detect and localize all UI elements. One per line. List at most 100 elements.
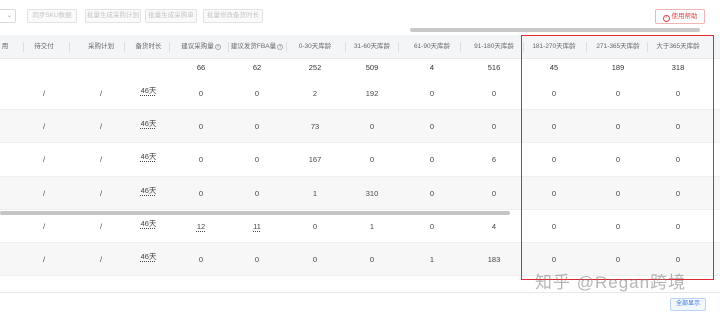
col-header: 建议发货FBA量? bbox=[229, 35, 285, 59]
col-divider bbox=[169, 42, 170, 52]
top-scrollbar[interactable] bbox=[0, 28, 720, 32]
table-cell: 0 bbox=[675, 155, 681, 164]
table-cell: 0 bbox=[254, 189, 260, 198]
info-icon[interactable]: ? bbox=[214, 44, 221, 50]
total-cell: 4 bbox=[429, 63, 435, 72]
table-cell: 183 bbox=[487, 255, 501, 264]
table-cell: / bbox=[99, 155, 103, 164]
col-header: 采购计划 bbox=[88, 43, 114, 50]
table-cell: 11 bbox=[253, 222, 261, 231]
col-header: 大于365天库龄 bbox=[656, 43, 700, 50]
help-button[interactable]: ? 使用帮助 bbox=[655, 9, 705, 24]
table-cell: 0 bbox=[429, 122, 435, 131]
table-row: / / 46天 0 0 167 0 0 6 0 0 0 bbox=[0, 143, 720, 177]
table-cell: 0 bbox=[491, 122, 497, 131]
table-cell: / bbox=[42, 122, 46, 131]
table-row: / / 46天 0 0 1 310 0 0 0 0 0 bbox=[0, 177, 720, 210]
table-row: / / 46天 0 0 73 0 0 0 0 0 0 bbox=[0, 110, 720, 143]
info-icon[interactable]: ? bbox=[277, 44, 284, 50]
table-cell: / bbox=[99, 255, 103, 264]
table-cell: 0 bbox=[369, 255, 375, 264]
batch-purchase-plan-button[interactable]: 批量生成采购计划 bbox=[85, 9, 141, 23]
table-cell[interactable]: 46天 bbox=[125, 185, 172, 196]
chevron-down-icon: ⌄ bbox=[6, 13, 12, 19]
help-label: 使用帮助 bbox=[671, 13, 698, 20]
col-header: 建议采购量? bbox=[172, 35, 230, 59]
col-header: 181-270天库龄 bbox=[532, 43, 576, 50]
batch-purchase-order-button[interactable]: 批量生成采购单 bbox=[145, 9, 197, 23]
table-cell: 0 bbox=[429, 189, 435, 198]
col-header: 用 bbox=[1, 43, 9, 50]
table-cell: 0 bbox=[429, 222, 435, 231]
table-cell: / bbox=[99, 89, 103, 98]
sync-sku-button[interactable]: 同步SKU数据 bbox=[27, 9, 77, 23]
bottom-scrollbar-thumb[interactable] bbox=[0, 211, 510, 215]
show-all-button[interactable]: 全部显示 bbox=[670, 298, 706, 311]
table-cell: 0 bbox=[198, 189, 204, 198]
table-cell: 0 bbox=[254, 122, 260, 131]
table-cell: 1 bbox=[312, 189, 318, 198]
table-cell: 192 bbox=[365, 89, 379, 98]
col-divider bbox=[398, 42, 399, 52]
table-cell: 0 bbox=[369, 155, 375, 164]
table-cell: 0 bbox=[312, 255, 318, 264]
col-header: 备货时长 bbox=[135, 43, 162, 50]
table-cell[interactable]: 46天 bbox=[125, 151, 172, 162]
col-header: 91-180天库龄 bbox=[474, 43, 514, 50]
table-header: 用 待交付 采购计划 备货时长 建议采购量? 建议发货FBA量? 0-30天库龄… bbox=[0, 35, 720, 59]
table-cell: / bbox=[99, 189, 103, 198]
footer-bar: 全部显示 bbox=[0, 292, 720, 313]
total-cell: 189 bbox=[611, 63, 625, 72]
col-header: 271-365天库龄 bbox=[596, 43, 640, 50]
table-cell: 0 bbox=[198, 122, 204, 131]
table-cell: 0 bbox=[675, 122, 681, 131]
top-scrollbar-thumb[interactable] bbox=[410, 28, 700, 32]
table-cell: 6 bbox=[491, 155, 497, 164]
table-cell: 4 bbox=[491, 222, 497, 231]
table-cell: 0 bbox=[551, 222, 557, 231]
bottom-scrollbar[interactable] bbox=[0, 211, 720, 215]
table-cell: 0 bbox=[615, 122, 621, 131]
table-cell: 0 bbox=[615, 89, 621, 98]
table-cell: 0 bbox=[254, 155, 260, 164]
table-cell: / bbox=[42, 189, 46, 198]
batch-edit-lead-time-button[interactable]: 批量修改备货时长 bbox=[203, 9, 263, 23]
watermark: 知乎 @Regan跨境 bbox=[535, 273, 687, 292]
total-cell: 318 bbox=[671, 63, 685, 72]
table-cell[interactable]: 46天 bbox=[125, 118, 172, 129]
table-cell: 0 bbox=[551, 89, 557, 98]
table-cell: / bbox=[42, 222, 46, 231]
table-cell: 0 bbox=[369, 122, 375, 131]
table-cell: / bbox=[42, 89, 46, 98]
table-cell: 0 bbox=[198, 89, 204, 98]
table-cell: 0 bbox=[675, 89, 681, 98]
col-header-label: 建议发货FBA量 bbox=[230, 43, 277, 50]
table-cell: 0 bbox=[675, 222, 681, 231]
col-divider bbox=[69, 42, 70, 52]
table-cell: 0 bbox=[615, 255, 621, 264]
toolbar-dropdown[interactable]: ⌄ bbox=[0, 9, 16, 23]
table-cell: 0 bbox=[551, 122, 557, 131]
table-cell: 2 bbox=[312, 89, 318, 98]
table-cell: 0 bbox=[491, 189, 497, 198]
table-cell: / bbox=[99, 222, 103, 231]
col-header: 0-30天库龄 bbox=[298, 43, 332, 50]
table-cell[interactable]: 46天 bbox=[125, 85, 172, 96]
table-cell: / bbox=[42, 255, 46, 264]
table-cell: 73 bbox=[310, 122, 320, 131]
total-cell: 45 bbox=[549, 63, 559, 72]
col-header: 待交付 bbox=[34, 43, 54, 50]
total-cell: 66 bbox=[196, 63, 206, 72]
table-cell: 310 bbox=[365, 189, 379, 198]
table-cell: 167 bbox=[308, 155, 322, 164]
table-cell[interactable]: 46天 bbox=[125, 251, 172, 262]
table-cell: 0 bbox=[551, 155, 557, 164]
table-cell: 0 bbox=[429, 89, 435, 98]
table-cell: 0 bbox=[675, 255, 681, 264]
table-cell: 0 bbox=[198, 155, 204, 164]
table-cell: / bbox=[42, 155, 46, 164]
table-cell: 0 bbox=[254, 255, 260, 264]
table-cell[interactable]: 46天 bbox=[125, 218, 172, 229]
col-header: 31-60天库龄 bbox=[353, 43, 391, 50]
total-cell: 252 bbox=[308, 63, 322, 72]
